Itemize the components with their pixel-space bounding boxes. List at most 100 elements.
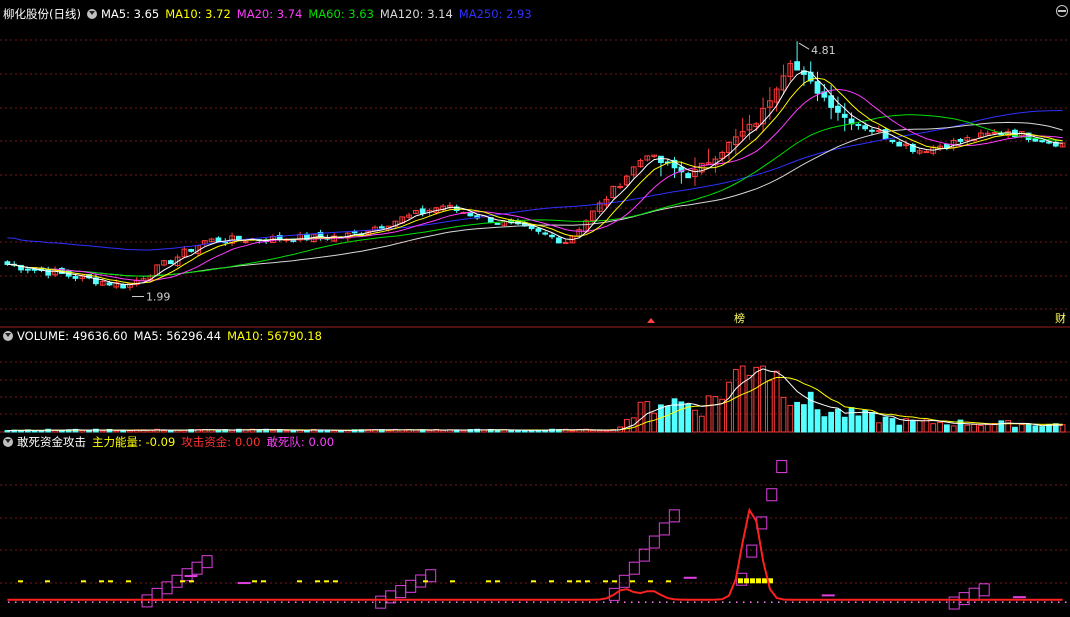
- dropdown-icon[interactable]: [86, 9, 97, 19]
- baseline-dot: [687, 601, 689, 603]
- volume-bar: [828, 411, 835, 433]
- attack-fund-mark: [189, 580, 194, 583]
- baseline-dot: [708, 601, 710, 603]
- attack-fund-mark: [549, 580, 554, 583]
- attack-fund-mark: [126, 580, 131, 583]
- candle: [835, 105, 841, 113]
- baseline-dot: [323, 601, 325, 603]
- baseline-dot: [757, 601, 759, 603]
- baseline-dot: [106, 601, 108, 603]
- baseline-dot: [792, 601, 794, 603]
- ma-label-2: MA20: 3.74: [236, 7, 303, 21]
- baseline-dot: [8, 601, 10, 603]
- attack-fund-mark: [99, 580, 104, 583]
- baseline-dot: [428, 601, 430, 603]
- main-energy-line: [7, 507, 1063, 601]
- ma-label-5: MA250: 2.93: [458, 7, 532, 21]
- volume-bar: [732, 369, 739, 433]
- volume-bar: [766, 380, 773, 433]
- dare-squad-mark: [683, 576, 697, 579]
- volume-bar: [440, 429, 446, 433]
- volume-bar: [324, 429, 331, 433]
- baseline-dot: [736, 601, 738, 603]
- candle: [120, 284, 127, 289]
- baseline-dot: [645, 601, 647, 603]
- volume-bar: [644, 401, 651, 433]
- baseline-dot: [337, 601, 339, 603]
- baseline-dot: [729, 601, 731, 603]
- attack-fund-mark: [423, 580, 428, 583]
- volume-bar: [460, 430, 467, 433]
- baseline-dot: [309, 601, 311, 603]
- volume-bar: [637, 401, 644, 433]
- baseline-dot: [288, 601, 290, 603]
- ma250-line: [7, 109, 1063, 251]
- baseline-dot: [120, 601, 122, 603]
- baseline-dot: [29, 601, 31, 603]
- dare-squad-mark: [184, 575, 198, 578]
- ma10-line: [7, 77, 1063, 285]
- indicator-panel-header: 敢死资金攻击 主力能量: -0.09 攻击资金: 0.00 敢死队: 0.00: [3, 434, 346, 450]
- volume-bar: [739, 365, 746, 433]
- finance-badge[interactable]: 财: [1055, 313, 1066, 325]
- dare-squad-mark: [821, 594, 835, 597]
- baseline-dot: [421, 601, 423, 603]
- candle: [562, 241, 569, 244]
- attack-fund-mark: [576, 580, 581, 583]
- dare-squad-box: [648, 535, 660, 549]
- baseline-dot: [176, 601, 178, 603]
- volume-bar: [930, 423, 937, 433]
- attack-fund-mark: [531, 580, 536, 583]
- baseline-dot: [925, 601, 927, 603]
- volume-bar: [79, 429, 86, 433]
- candle: [658, 155, 664, 164]
- dropdown-icon[interactable]: [3, 437, 13, 447]
- ma20-line: [7, 88, 1063, 282]
- ma-label-4: MA120: 3.14: [379, 7, 453, 21]
- candle: [542, 232, 549, 235]
- volume-bar: [998, 420, 1005, 433]
- dropdown-icon[interactable]: [3, 331, 13, 341]
- volume-bar: [801, 404, 807, 433]
- attack-fund-mark: [648, 580, 653, 583]
- baseline-dot: [253, 601, 255, 603]
- volume-bar: [338, 430, 344, 433]
- baseline-dot: [561, 601, 563, 603]
- baseline-dot: [939, 601, 941, 603]
- baseline-dot: [974, 601, 976, 603]
- volume-bar: [821, 416, 828, 433]
- baseline-dot: [1009, 601, 1011, 603]
- baseline-dot: [484, 601, 486, 603]
- attack-fund-mark: [486, 580, 491, 583]
- ma-label-3: MA60: 3.63: [308, 7, 374, 21]
- baseline-dot: [820, 601, 822, 603]
- baseline-dot: [36, 601, 38, 603]
- ma-label-1: MA10: 3.72: [165, 7, 231, 21]
- baseline-dot: [225, 601, 227, 603]
- baseline-dot: [771, 601, 773, 603]
- ranking-badge[interactable]: 榜: [734, 313, 745, 325]
- baseline-dot: [890, 601, 892, 603]
- zoom-out-icon[interactable]: [1056, 5, 1068, 17]
- candle: [875, 129, 882, 132]
- baseline-dot: [799, 601, 801, 603]
- baseline-dot: [596, 601, 598, 603]
- baseline-dot: [295, 601, 297, 603]
- candle: [855, 123, 862, 126]
- baseline-dot: [267, 601, 269, 603]
- baseline-dot: [141, 601, 143, 603]
- candle: [841, 113, 848, 118]
- baseline-dot: [554, 601, 556, 603]
- candle: [862, 125, 869, 130]
- attack-fund-mark: [315, 580, 320, 583]
- volume-bar: [984, 424, 991, 433]
- candle: [24, 268, 31, 271]
- baseline-dot: [43, 601, 45, 603]
- baseline-dot: [519, 601, 521, 603]
- attack-fund-mark: [567, 580, 572, 583]
- attack-fund-block: [738, 578, 743, 584]
- baseline-dot: [57, 601, 59, 603]
- attack-fund-mark: [333, 580, 338, 583]
- dare-squad-box: [668, 509, 680, 523]
- baseline-dot: [589, 601, 591, 603]
